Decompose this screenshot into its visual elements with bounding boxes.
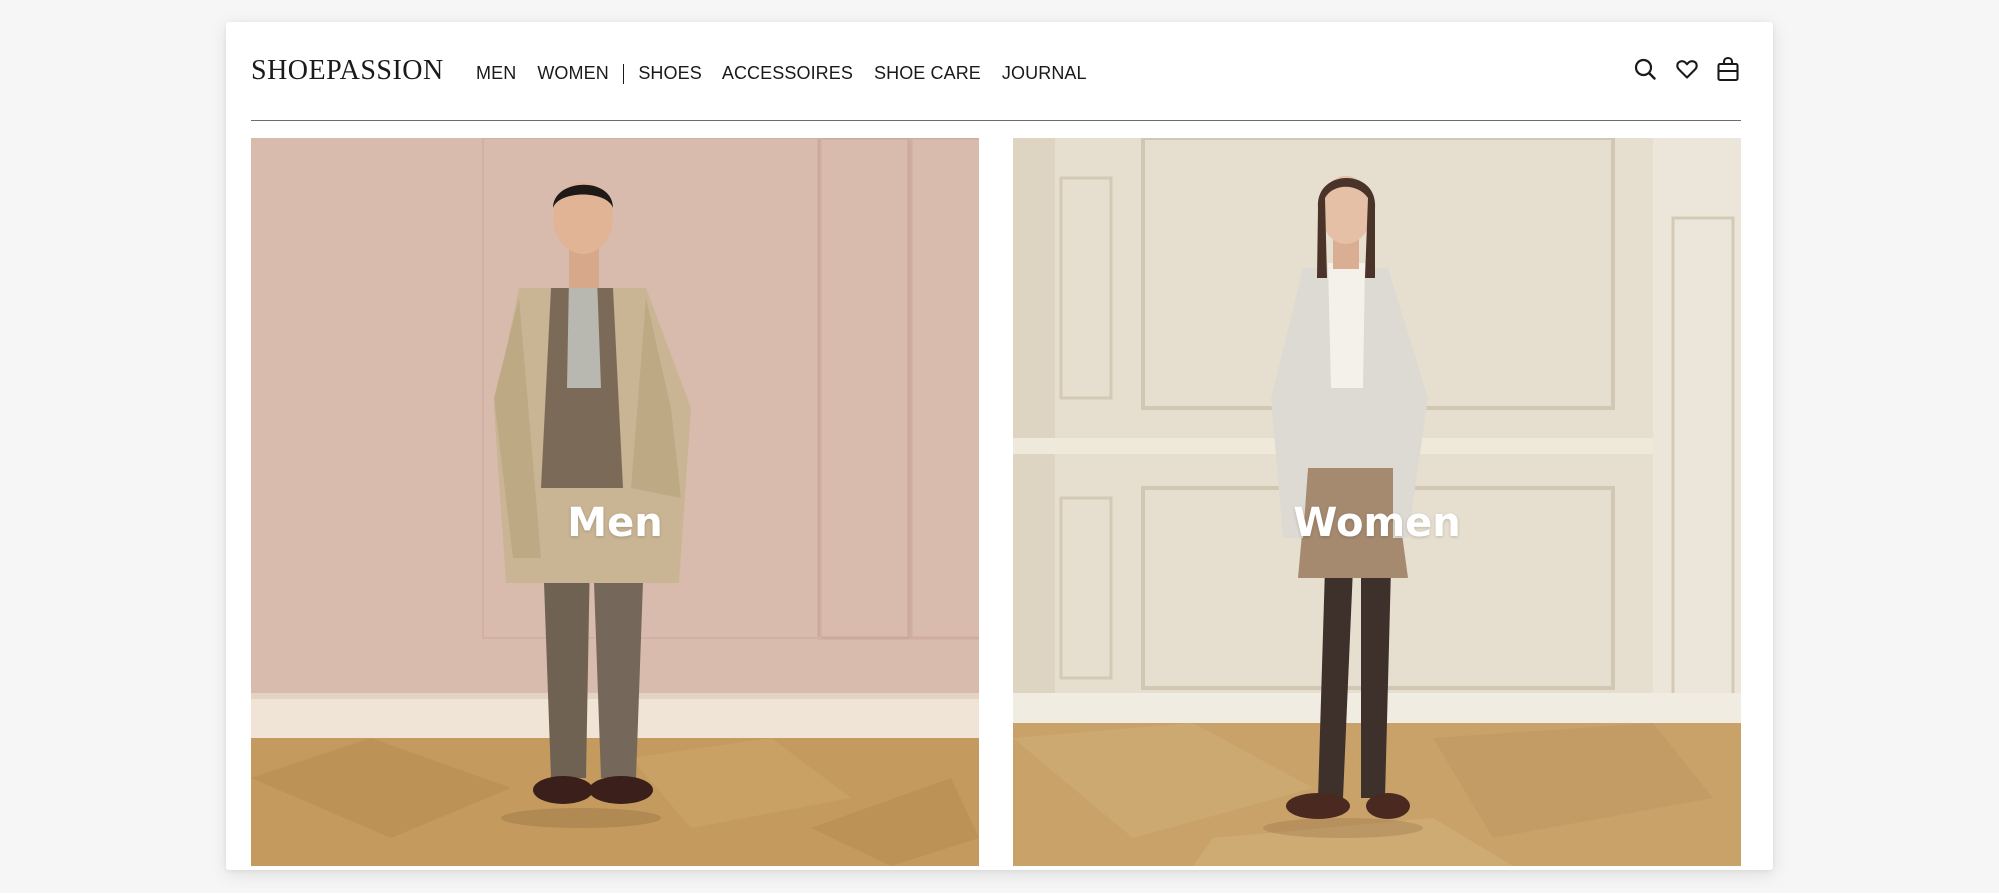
nav-item-accessoires[interactable]: ACCESSOIRES [722, 63, 853, 84]
category-page-card: SHOEPASSION MEN WOMEN SHOES ACCESSOIRES … [226, 22, 1773, 870]
nav-item-women[interactable]: WOMEN [537, 63, 609, 84]
header-actions [1632, 56, 1741, 82]
shopping-bag-icon[interactable] [1715, 56, 1741, 82]
main-nav: MEN WOMEN SHOES ACCESSOIRES SHOE CARE JO… [476, 63, 1087, 84]
brand-logo[interactable]: SHOEPASSION [251, 55, 444, 87]
category-tile-men[interactable]: Men [251, 138, 979, 866]
nav-divider [622, 63, 625, 84]
nav-item-shoes[interactable]: SHOES [638, 63, 702, 84]
category-tile-label: Women [1293, 500, 1461, 546]
heart-icon[interactable] [1674, 56, 1700, 82]
nav-item-men[interactable]: MEN [476, 63, 516, 84]
category-tile-women[interactable]: Women [1013, 138, 1741, 866]
site-header: SHOEPASSION MEN WOMEN SHOES ACCESSOIRES … [251, 22, 1741, 121]
search-icon[interactable] [1632, 56, 1658, 82]
nav-item-journal[interactable]: JOURNAL [1002, 63, 1087, 84]
nav-item-shoe-care[interactable]: SHOE CARE [874, 63, 981, 84]
category-tile-label: Men [567, 500, 663, 546]
